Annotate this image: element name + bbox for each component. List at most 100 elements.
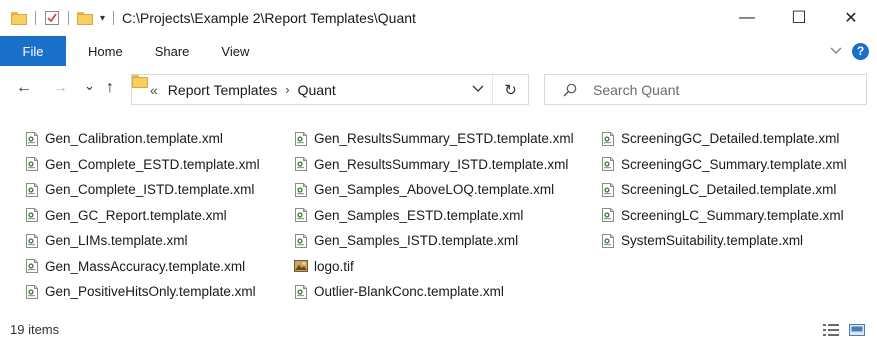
- list-item[interactable]: Gen_GC_Report.template.xml: [24, 203, 260, 229]
- list-item[interactable]: SystemSuitability.template.xml: [600, 228, 847, 254]
- quick-access-toolbar: ▾: [0, 0, 116, 36]
- toolbar-divider: [35, 11, 36, 25]
- file-name: Gen_ResultsSummary_ISTD.template.xml: [314, 156, 569, 172]
- toolbar-divider: [68, 11, 69, 25]
- address-dropdown-icon[interactable]: [472, 82, 484, 96]
- list-item[interactable]: ScreeningLC_Summary.template.xml: [600, 203, 847, 229]
- address-bar[interactable]: « Report Templates › Quant ↻: [131, 74, 529, 105]
- file-column: Gen_ResultsSummary_ESTD.template.xml Gen…: [293, 126, 574, 305]
- xml-file-icon: [24, 233, 40, 249]
- view-switcher: [823, 323, 865, 336]
- file-list: Gen_Calibration.template.xml Gen_Complet…: [0, 126, 877, 306]
- list-item[interactable]: Outlier-BlankConc.template.xml: [293, 279, 574, 305]
- toolbar-divider: [113, 11, 115, 25]
- list-item[interactable]: Gen_ResultsSummary_ESTD.template.xml: [293, 126, 574, 152]
- file-name: ScreeningLC_Summary.template.xml: [621, 207, 844, 223]
- up-button[interactable]: ↑: [106, 79, 114, 97]
- file-name: ScreeningGC_Summary.template.xml: [621, 156, 847, 172]
- xml-file-icon: [600, 156, 616, 172]
- list-item[interactable]: Gen_Samples_AboveLOQ.template.xml: [293, 177, 574, 203]
- list-item[interactable]: Gen_ResultsSummary_ISTD.template.xml: [293, 152, 574, 178]
- ribbon-right-controls: ?: [830, 36, 869, 66]
- xml-file-icon: [293, 182, 309, 198]
- item-count: 19 items: [10, 322, 60, 337]
- list-item[interactable]: Gen_Complete_ISTD.template.xml: [24, 177, 260, 203]
- search-box[interactable]: [544, 74, 867, 105]
- recent-locations-button[interactable]: ⌄: [84, 78, 95, 94]
- list-item[interactable]: ScreeningLC_Detailed.template.xml: [600, 177, 847, 203]
- breadcrumb-overflow[interactable]: «: [150, 82, 158, 98]
- file-name: Gen_ResultsSummary_ESTD.template.xml: [314, 131, 574, 147]
- breadcrumb-quant[interactable]: Quant: [298, 82, 336, 98]
- breadcrumb-separator[interactable]: ›: [285, 82, 289, 97]
- window-controls: — ☐ ✕: [721, 0, 877, 36]
- file-name: ScreeningLC_Detailed.template.xml: [621, 182, 837, 198]
- xml-file-icon: [24, 182, 40, 198]
- file-column: Gen_Calibration.template.xml Gen_Complet…: [24, 126, 260, 305]
- maximize-button[interactable]: ☐: [773, 0, 825, 36]
- xml-file-icon: [24, 258, 40, 274]
- tab-share[interactable]: Share: [139, 36, 206, 66]
- xml-file-icon: [600, 207, 616, 223]
- list-item[interactable]: Gen_Complete_ESTD.template.xml: [24, 152, 260, 178]
- list-item[interactable]: ScreeningGC_Summary.template.xml: [600, 152, 847, 178]
- file-name: SystemSuitability.template.xml: [621, 233, 804, 249]
- xml-file-icon: [24, 284, 40, 300]
- customize-quick-access-dropdown[interactable]: ▾: [100, 13, 105, 24]
- tab-file[interactable]: File: [0, 36, 66, 66]
- xml-file-icon: [293, 207, 309, 223]
- file-name: Gen_Samples_AboveLOQ.template.xml: [314, 182, 555, 198]
- file-name: Gen_Complete_ESTD.template.xml: [45, 156, 260, 172]
- breadcrumb-report-templates[interactable]: Report Templates: [168, 82, 277, 98]
- list-item[interactable]: Gen_LIMs.template.xml: [24, 228, 260, 254]
- xml-file-icon: [600, 131, 616, 147]
- xml-file-icon: [293, 233, 309, 249]
- search-input[interactable]: [593, 81, 853, 98]
- file-name: Gen_Samples_ESTD.template.xml: [314, 207, 524, 223]
- close-button[interactable]: ✕: [825, 0, 877, 36]
- ribbon-tabs: File Home Share View ?: [0, 36, 877, 66]
- navigation-bar: ← → ⌄ ↑ « Report Templates › Quant ↻: [0, 66, 877, 112]
- file-name: Gen_MassAccuracy.template.xml: [45, 258, 246, 274]
- xml-file-icon: [293, 156, 309, 172]
- search-icon: [563, 83, 577, 97]
- title-bar: ▾ C:\Projects\Example 2\Report Templates…: [0, 0, 877, 36]
- tab-home[interactable]: Home: [66, 36, 139, 66]
- list-item[interactable]: Gen_MassAccuracy.template.xml: [24, 254, 260, 280]
- list-item[interactable]: Gen_Calibration.template.xml: [24, 126, 260, 152]
- xml-file-icon: [293, 284, 309, 300]
- file-name: Gen_Complete_ISTD.template.xml: [45, 182, 255, 198]
- new-folder-icon[interactable]: [77, 11, 93, 25]
- list-item[interactable]: Gen_Samples_ESTD.template.xml: [293, 203, 574, 229]
- xml-file-icon: [24, 156, 40, 172]
- xml-file-icon: [600, 182, 616, 198]
- window-title: C:\Projects\Example 2\Report Templates\Q…: [122, 10, 416, 26]
- file-column: ScreeningGC_Detailed.template.xml Screen…: [600, 126, 847, 254]
- file-name: logo.tif: [314, 258, 354, 274]
- tab-view[interactable]: View: [205, 36, 265, 66]
- properties-icon[interactable]: [44, 10, 60, 26]
- refresh-button[interactable]: ↻: [492, 75, 528, 104]
- xml-file-icon: [24, 131, 40, 147]
- folder-icon[interactable]: [11, 11, 27, 25]
- list-item[interactable]: Gen_Samples_ISTD.template.xml: [293, 228, 574, 254]
- file-name: Gen_PositiveHitsOnly.template.xml: [45, 284, 256, 300]
- minimize-button[interactable]: —: [721, 0, 773, 36]
- xml-file-icon: [24, 207, 40, 223]
- list-item[interactable]: Gen_PositiveHitsOnly.template.xml: [24, 279, 260, 305]
- details-view-icon[interactable]: [823, 323, 839, 336]
- file-name: Outlier-BlankConc.template.xml: [314, 284, 504, 300]
- large-icons-view-icon[interactable]: [849, 323, 865, 336]
- file-name: Gen_Samples_ISTD.template.xml: [314, 233, 519, 249]
- list-item[interactable]: logo.tif: [293, 254, 574, 280]
- forward-button[interactable]: →: [52, 79, 68, 97]
- image-file-icon: [293, 258, 309, 274]
- help-icon[interactable]: ?: [852, 42, 869, 60]
- chevron-down-icon[interactable]: [830, 44, 842, 58]
- xml-file-icon: [600, 233, 616, 249]
- xml-file-icon: [293, 131, 309, 147]
- list-item[interactable]: ScreeningGC_Detailed.template.xml: [600, 126, 847, 152]
- file-name: ScreeningGC_Detailed.template.xml: [621, 131, 840, 147]
- back-button[interactable]: ←: [16, 79, 32, 97]
- file-name: Gen_GC_Report.template.xml: [45, 207, 227, 223]
